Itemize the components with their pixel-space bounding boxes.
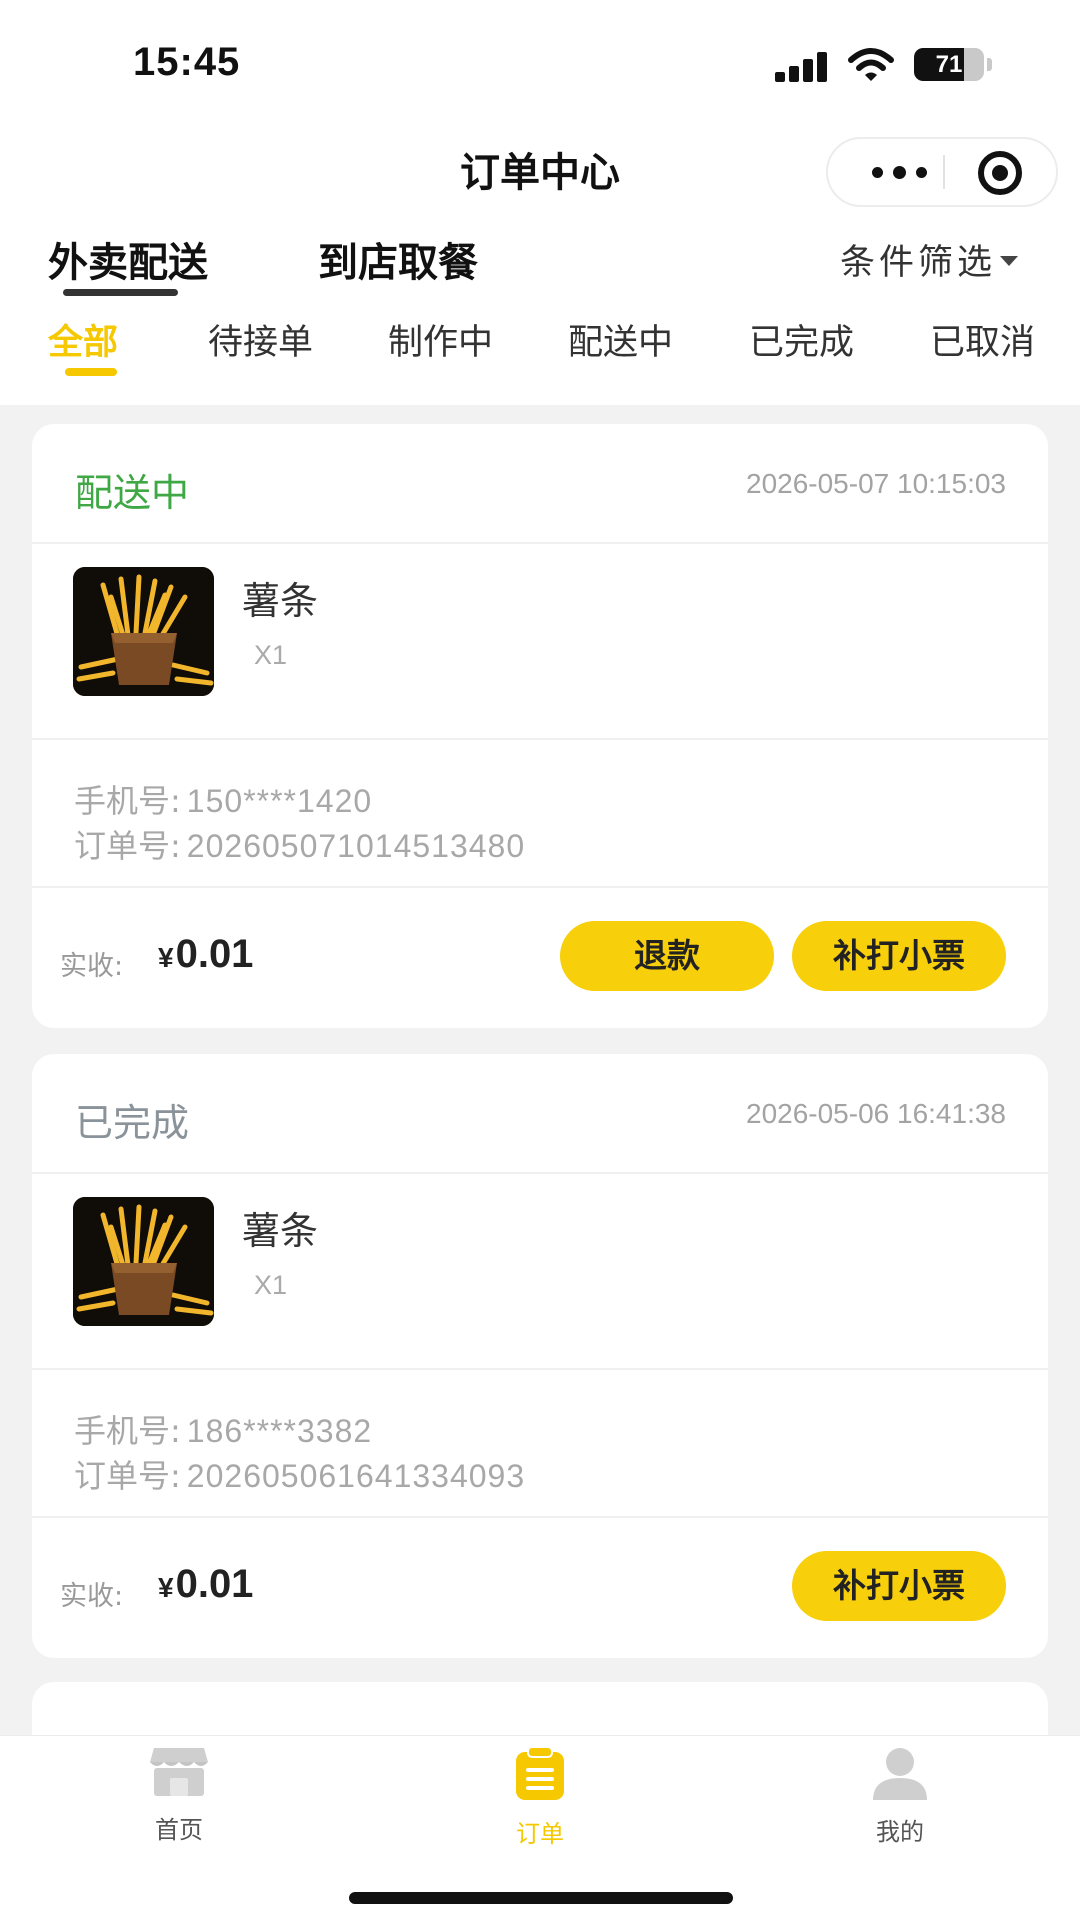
order-card[interactable]: 配送中 2026-05-07 10:15:03 薯条 X1 手机号: 150**…	[32, 424, 1048, 1028]
tab-delivery-underline	[63, 289, 178, 296]
tabbar-item-orders[interactable]: 订单	[440, 1746, 640, 1849]
reprint-receipt-button[interactable]: 补打小票	[792, 921, 1006, 991]
more-icon[interactable]	[858, 139, 948, 205]
currency-symbol: ¥	[158, 1572, 174, 1603]
status-tab-pending[interactable]: 待接单	[208, 314, 313, 365]
caret-down-icon	[1000, 255, 1018, 266]
header: 15:45 71 订单中心 外卖配送 到店取餐 条件筛选 全部 待接单 制作中 …	[0, 0, 1080, 405]
order-info: 手机号: 186****3382 订单号: 202605061641334093	[32, 1370, 1048, 1518]
battery-icon: 71	[914, 48, 984, 81]
order-item: 薯条 X1	[32, 544, 1048, 740]
order-list-icon	[516, 1746, 564, 1800]
tab-delivery[interactable]: 外卖配送	[48, 230, 208, 288]
phone-row: 手机号: 186****3382	[74, 1406, 372, 1452]
order-item: 薯条 X1	[32, 1174, 1048, 1370]
phone-value: 186****3382	[186, 1413, 373, 1449]
mini-program-capsule	[826, 137, 1058, 207]
phone-label: 手机号:	[74, 1412, 181, 1450]
order-status: 已完成	[75, 1101, 190, 1145]
amount-value: 0.01	[175, 932, 254, 976]
tabbar-item-profile[interactable]: 我的	[800, 1746, 1000, 1847]
item-name: 薯条	[242, 1209, 319, 1253]
status-tab-delivering[interactable]: 配送中	[568, 314, 673, 365]
reprint-receipt-button[interactable]: 补打小票	[792, 1551, 1006, 1621]
store-icon	[150, 1748, 208, 1796]
order-number-label: 订单号:	[74, 1457, 181, 1495]
order-time: 2026-05-07 10:15:03	[746, 468, 1006, 499]
order-card-header: 已完成 2026-05-06 16:41:38	[32, 1054, 1048, 1174]
phone-row: 手机号: 150****1420	[74, 776, 372, 822]
tabbar-item-home[interactable]: 首页	[79, 1746, 279, 1845]
status-time: 15:45	[133, 40, 241, 84]
status-tab-completed[interactable]: 已完成	[749, 314, 854, 365]
tabbar-label-profile: 我的	[876, 1818, 924, 1846]
wifi-icon	[848, 48, 894, 81]
currency-symbol: ¥	[158, 942, 174, 973]
phone-value: 150****1420	[186, 783, 373, 819]
battery-cap	[987, 58, 992, 71]
status-tab-cancelled[interactable]: 已取消	[930, 314, 1035, 365]
status-bar: 15:45 71	[0, 0, 1080, 130]
order-card[interactable]: 已完成 2026-05-06 16:41:38 薯条 X1 手机号: 186**…	[32, 1054, 1048, 1658]
order-number-value: 202605061641334093	[186, 1458, 526, 1494]
paid-amount: ¥0.01	[158, 932, 253, 977]
order-number-label: 订单号:	[74, 827, 181, 865]
close-mini-program-icon[interactable]	[978, 151, 1022, 195]
status-tab-all-underline	[65, 368, 117, 376]
filter-label: 条件筛选	[839, 243, 996, 283]
fries-image	[73, 1197, 214, 1326]
fries-image	[73, 567, 214, 696]
paid-label: 实收:	[60, 1581, 124, 1612]
order-number-row: 订单号: 202605061641334093	[74, 1451, 525, 1497]
tab-pickup[interactable]: 到店取餐	[318, 230, 478, 288]
order-time: 2026-05-06 16:41:38	[746, 1098, 1006, 1129]
status-tab-preparing[interactable]: 制作中	[388, 314, 493, 365]
phone-label: 手机号:	[74, 782, 181, 820]
order-number-value: 202605071014513480	[186, 828, 526, 864]
capsule-divider	[943, 155, 945, 189]
home-indicator	[349, 1892, 733, 1904]
order-number-row: 订单号: 202605071014513480	[74, 821, 525, 867]
paid-label: 实收:	[60, 951, 124, 982]
item-name: 薯条	[242, 579, 319, 623]
order-card-header: 配送中 2026-05-07 10:15:03	[32, 424, 1048, 544]
battery-level: 71	[935, 51, 963, 78]
refund-button[interactable]: 退款	[560, 921, 774, 991]
order-footer: 实收: ¥0.01 补打小票	[32, 1518, 1048, 1658]
item-quantity: X1	[254, 640, 288, 670]
item-quantity: X1	[254, 1270, 288, 1300]
order-status: 配送中	[75, 471, 190, 515]
paid-amount: ¥0.01	[158, 1562, 253, 1607]
tabbar-label-orders: 订单	[516, 1820, 564, 1848]
user-icon	[873, 1748, 927, 1800]
status-tab-all[interactable]: 全部	[48, 314, 118, 365]
filter-button[interactable]: 条件筛选	[840, 234, 1018, 285]
signal-icon	[775, 50, 830, 82]
amount-value: 0.01	[175, 1562, 254, 1606]
order-footer: 实收: ¥0.01 退款 补打小票	[32, 888, 1048, 1028]
tabbar-label-home: 首页	[155, 1816, 203, 1844]
order-info: 手机号: 150****1420 订单号: 202605071014513480	[32, 740, 1048, 888]
